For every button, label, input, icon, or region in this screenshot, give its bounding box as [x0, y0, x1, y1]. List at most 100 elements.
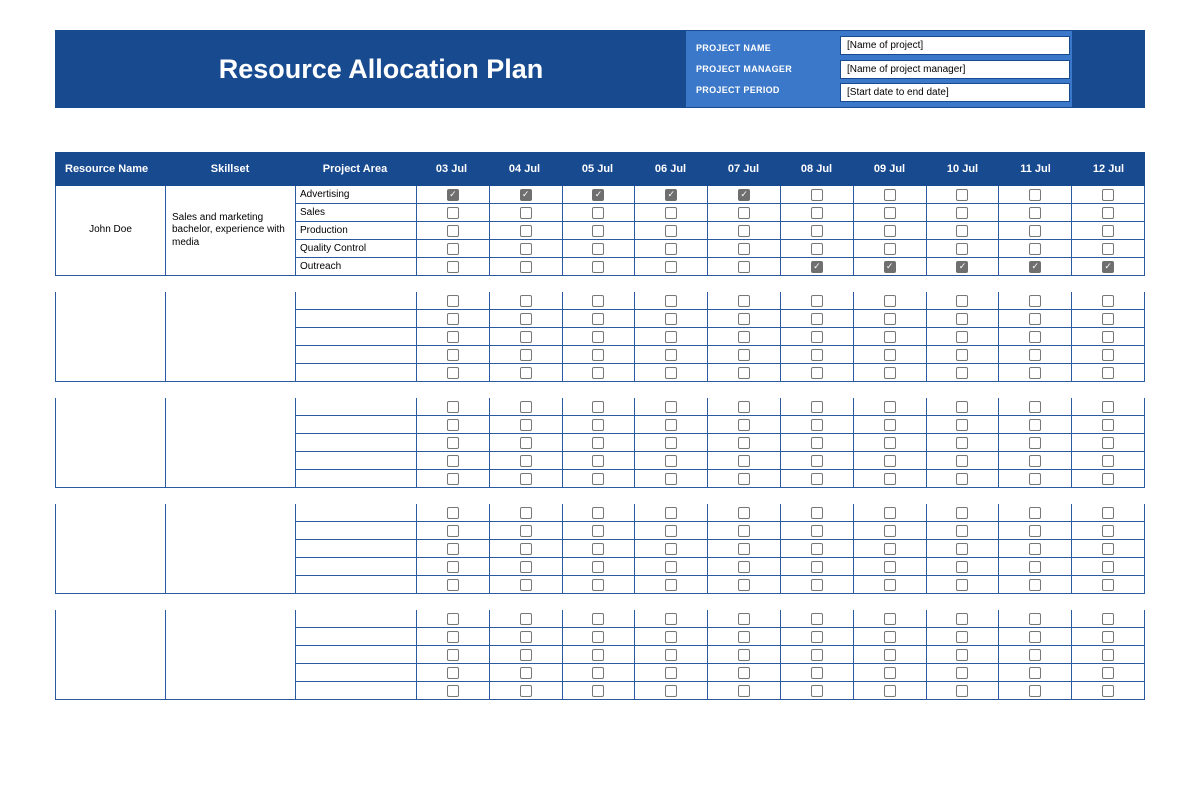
- allocation-checkbox[interactable]: [956, 473, 968, 485]
- allocation-checkbox[interactable]: [447, 613, 459, 625]
- allocation-checkbox[interactable]: [665, 295, 677, 307]
- allocation-checkbox[interactable]: [1102, 419, 1114, 431]
- project-area-cell[interactable]: [296, 398, 416, 415]
- allocation-checkbox[interactable]: [956, 507, 968, 519]
- allocation-checkbox[interactable]: [447, 631, 459, 643]
- allocation-checkbox[interactable]: [738, 579, 750, 591]
- project-area-cell[interactable]: Sales: [296, 204, 416, 221]
- allocation-checkbox[interactable]: [884, 349, 896, 361]
- allocation-checkbox[interactable]: [884, 437, 896, 449]
- allocation-checkbox[interactable]: [1102, 631, 1114, 643]
- allocation-checkbox[interactable]: [738, 419, 750, 431]
- allocation-checkbox[interactable]: [738, 331, 750, 343]
- allocation-checkbox[interactable]: [665, 579, 677, 591]
- allocation-checkbox[interactable]: [520, 685, 532, 697]
- allocation-checkbox[interactable]: [811, 543, 823, 555]
- allocation-checkbox[interactable]: [447, 561, 459, 573]
- allocation-checkbox[interactable]: [1029, 455, 1041, 467]
- allocation-checkbox[interactable]: [592, 367, 604, 379]
- allocation-checkbox[interactable]: [884, 579, 896, 591]
- allocation-checkbox[interactable]: [811, 473, 823, 485]
- allocation-checkbox[interactable]: [1102, 207, 1114, 219]
- allocation-checkbox[interactable]: [520, 243, 532, 255]
- allocation-checkbox[interactable]: [520, 331, 532, 343]
- allocation-checkbox[interactable]: [884, 507, 896, 519]
- allocation-checkbox[interactable]: [447, 367, 459, 379]
- allocation-checkbox[interactable]: [592, 401, 604, 413]
- allocation-checkbox[interactable]: [811, 331, 823, 343]
- allocation-checkbox[interactable]: [884, 455, 896, 467]
- allocation-checkbox[interactable]: [1029, 649, 1041, 661]
- project-period-field[interactable]: [Start date to end date]: [840, 83, 1070, 102]
- allocation-checkbox[interactable]: [811, 207, 823, 219]
- allocation-checkbox[interactable]: ✓: [738, 189, 750, 201]
- allocation-checkbox[interactable]: [592, 543, 604, 555]
- allocation-checkbox[interactable]: [1029, 437, 1041, 449]
- allocation-checkbox[interactable]: [520, 261, 532, 273]
- allocation-checkbox[interactable]: [1029, 561, 1041, 573]
- allocation-checkbox[interactable]: [665, 437, 677, 449]
- allocation-checkbox[interactable]: [520, 473, 532, 485]
- allocation-checkbox[interactable]: [811, 189, 823, 201]
- allocation-checkbox[interactable]: [520, 631, 532, 643]
- allocation-checkbox[interactable]: [956, 631, 968, 643]
- allocation-checkbox[interactable]: [884, 295, 896, 307]
- allocation-checkbox[interactable]: [665, 401, 677, 413]
- allocation-checkbox[interactable]: [956, 189, 968, 201]
- allocation-checkbox[interactable]: [447, 401, 459, 413]
- allocation-checkbox[interactable]: [811, 437, 823, 449]
- allocation-checkbox[interactable]: [738, 685, 750, 697]
- project-area-cell[interactable]: [296, 610, 416, 627]
- allocation-checkbox[interactable]: [520, 455, 532, 467]
- project-area-cell[interactable]: [296, 558, 416, 575]
- allocation-checkbox[interactable]: [884, 207, 896, 219]
- allocation-checkbox[interactable]: [956, 543, 968, 555]
- allocation-checkbox[interactable]: [738, 455, 750, 467]
- project-area-cell[interactable]: [296, 346, 416, 363]
- allocation-checkbox[interactable]: [447, 543, 459, 555]
- allocation-checkbox[interactable]: [520, 207, 532, 219]
- allocation-checkbox[interactable]: [738, 313, 750, 325]
- allocation-checkbox[interactable]: [811, 349, 823, 361]
- allocation-checkbox[interactable]: [665, 561, 677, 573]
- allocation-checkbox[interactable]: [1029, 401, 1041, 413]
- allocation-checkbox[interactable]: [1029, 631, 1041, 643]
- skillset-cell[interactable]: [166, 504, 296, 593]
- allocation-checkbox[interactable]: [447, 525, 459, 537]
- allocation-checkbox[interactable]: [1029, 349, 1041, 361]
- allocation-checkbox[interactable]: [520, 367, 532, 379]
- project-area-cell[interactable]: Advertising: [296, 186, 416, 203]
- allocation-checkbox[interactable]: [665, 525, 677, 537]
- project-area-cell[interactable]: Quality Control: [296, 240, 416, 257]
- allocation-checkbox[interactable]: [1029, 685, 1041, 697]
- allocation-checkbox[interactable]: ✓: [1029, 261, 1041, 273]
- allocation-checkbox[interactable]: [665, 631, 677, 643]
- allocation-checkbox[interactable]: [665, 349, 677, 361]
- allocation-checkbox[interactable]: [665, 649, 677, 661]
- allocation-checkbox[interactable]: [447, 667, 459, 679]
- allocation-checkbox[interactable]: [884, 613, 896, 625]
- allocation-checkbox[interactable]: [738, 507, 750, 519]
- skillset-cell[interactable]: Sales and marketing bachelor, experience…: [166, 186, 296, 275]
- allocation-checkbox[interactable]: [447, 261, 459, 273]
- allocation-checkbox[interactable]: [592, 419, 604, 431]
- allocation-checkbox[interactable]: [738, 367, 750, 379]
- allocation-checkbox[interactable]: [956, 207, 968, 219]
- allocation-checkbox[interactable]: [811, 313, 823, 325]
- allocation-checkbox[interactable]: [665, 225, 677, 237]
- allocation-checkbox[interactable]: [520, 579, 532, 591]
- project-area-cell[interactable]: [296, 364, 416, 381]
- allocation-checkbox[interactable]: [956, 331, 968, 343]
- allocation-checkbox[interactable]: [1029, 473, 1041, 485]
- allocation-checkbox[interactable]: [665, 613, 677, 625]
- allocation-checkbox[interactable]: [1102, 243, 1114, 255]
- allocation-checkbox[interactable]: [884, 331, 896, 343]
- allocation-checkbox[interactable]: [811, 613, 823, 625]
- allocation-checkbox[interactable]: [592, 349, 604, 361]
- resource-name-cell[interactable]: [56, 292, 166, 381]
- allocation-checkbox[interactable]: [520, 295, 532, 307]
- allocation-checkbox[interactable]: [1029, 667, 1041, 679]
- allocation-checkbox[interactable]: ✓: [665, 189, 677, 201]
- allocation-checkbox[interactable]: [592, 243, 604, 255]
- allocation-checkbox[interactable]: [520, 437, 532, 449]
